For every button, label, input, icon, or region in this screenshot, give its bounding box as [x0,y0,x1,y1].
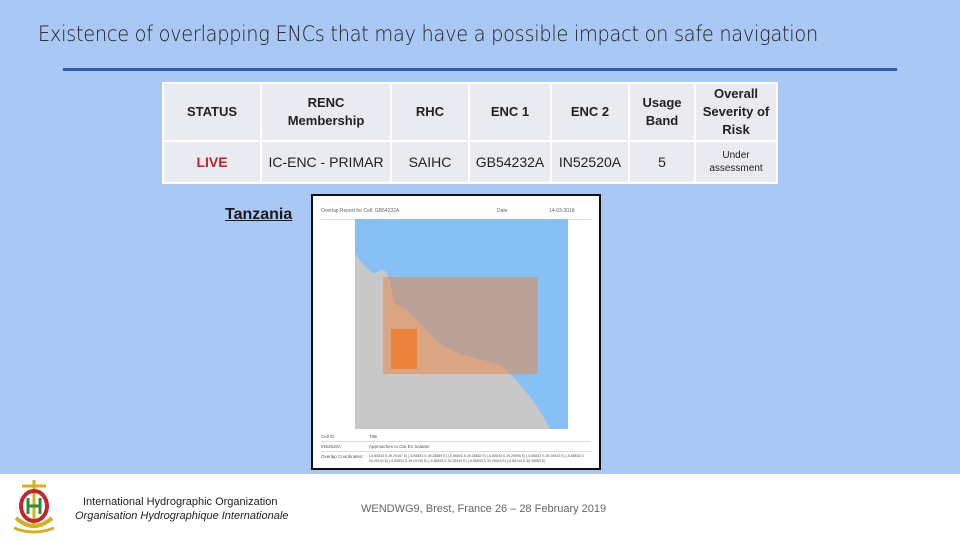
cell-title-value: Approaches to Dar Es Salaam [369,444,430,449]
table-header-row: STATUS RENC Membership RHC ENC 1 ENC 2 U… [162,82,778,142]
header-enc1: ENC 1 [468,82,552,142]
severity-cell: Under assessment [694,140,778,184]
report-details-table: Cell ID Title IN52520A Approaches to Dar… [321,432,591,465]
title-header: Title [369,434,378,439]
title-divider [63,68,897,71]
header-usage-line1: Usage [642,95,682,110]
severity-line2: assessment [709,163,763,174]
overlap-coords-value: (-6.85833 S 39.29167 E) (-6.85833 S 39.2… [369,454,584,463]
slide-title: Existence of overlapping ENCs that may h… [38,22,818,46]
overlap-report-image: Overlap Report for Cell: GB54232A Date 1… [311,194,601,470]
header-severity-line1: Overall [713,86,759,101]
event-info: WENDWG9, Brest, France 26 – 28 February … [361,503,607,515]
overlap-coords-label: Overlap Coordinates: [321,454,364,459]
renc-cell: IC-ENC - PRIMAR [260,140,392,184]
enc2-overlap-coverage [391,329,417,369]
report-date-label: Date [497,208,508,214]
cell-id-header: Cell ID [321,434,335,439]
report-header: Overlap Report for Cell: GB54232A Date 1… [321,205,591,220]
report-title: Overlap Report for Cell: GB54232A [321,208,400,214]
org-name-french: Organisation Hydrographique Internationa… [75,510,289,522]
header-renc-line1: RENC [307,95,345,110]
map-graphic [355,219,568,429]
header-severity-line3: Risk [722,122,750,137]
header-status: STATUS [162,82,262,142]
rhc-cell: SAIHC [390,140,470,184]
header-severity-line2: Severity of [702,104,770,119]
iho-logo-icon [10,478,58,536]
org-name-english: International Hydrographic Organization [83,496,278,508]
usage-band-cell: 5 [628,140,696,184]
overlap-risk-table: STATUS RENC Membership RHC ENC 1 ENC 2 U… [162,82,778,184]
header-usage-line2: Band [645,113,679,128]
cell-id-value: IN52520A [321,444,342,449]
country-label: Tanzania [225,206,293,223]
header-rhc: RHC [390,82,470,142]
header-usage-band: Usage Band [628,82,696,142]
overlap-coords-row: Overlap Coordinates: (-6.85833 S 39.2916… [321,452,591,465]
header-renc-membership: RENC Membership [260,82,392,142]
table-row: LIVE IC-ENC - PRIMAR SAIHC GB54232A IN52… [162,140,778,184]
report-details-header: Cell ID Title [321,432,591,442]
header-renc-line2: Membership [287,113,365,128]
enc2-cell: IN52520A [550,140,630,184]
report-details-row: IN52520A Approaches to Dar Es Salaam [321,442,591,452]
enc1-cell: GB54232A [468,140,552,184]
header-enc2: ENC 2 [550,82,630,142]
report-date-value: 14-03-2018 [549,208,575,214]
header-severity: Overall Severity of Risk [694,82,778,142]
status-cell: LIVE [162,140,262,184]
overlap-map [355,219,568,429]
severity-line1: Under [722,150,750,161]
